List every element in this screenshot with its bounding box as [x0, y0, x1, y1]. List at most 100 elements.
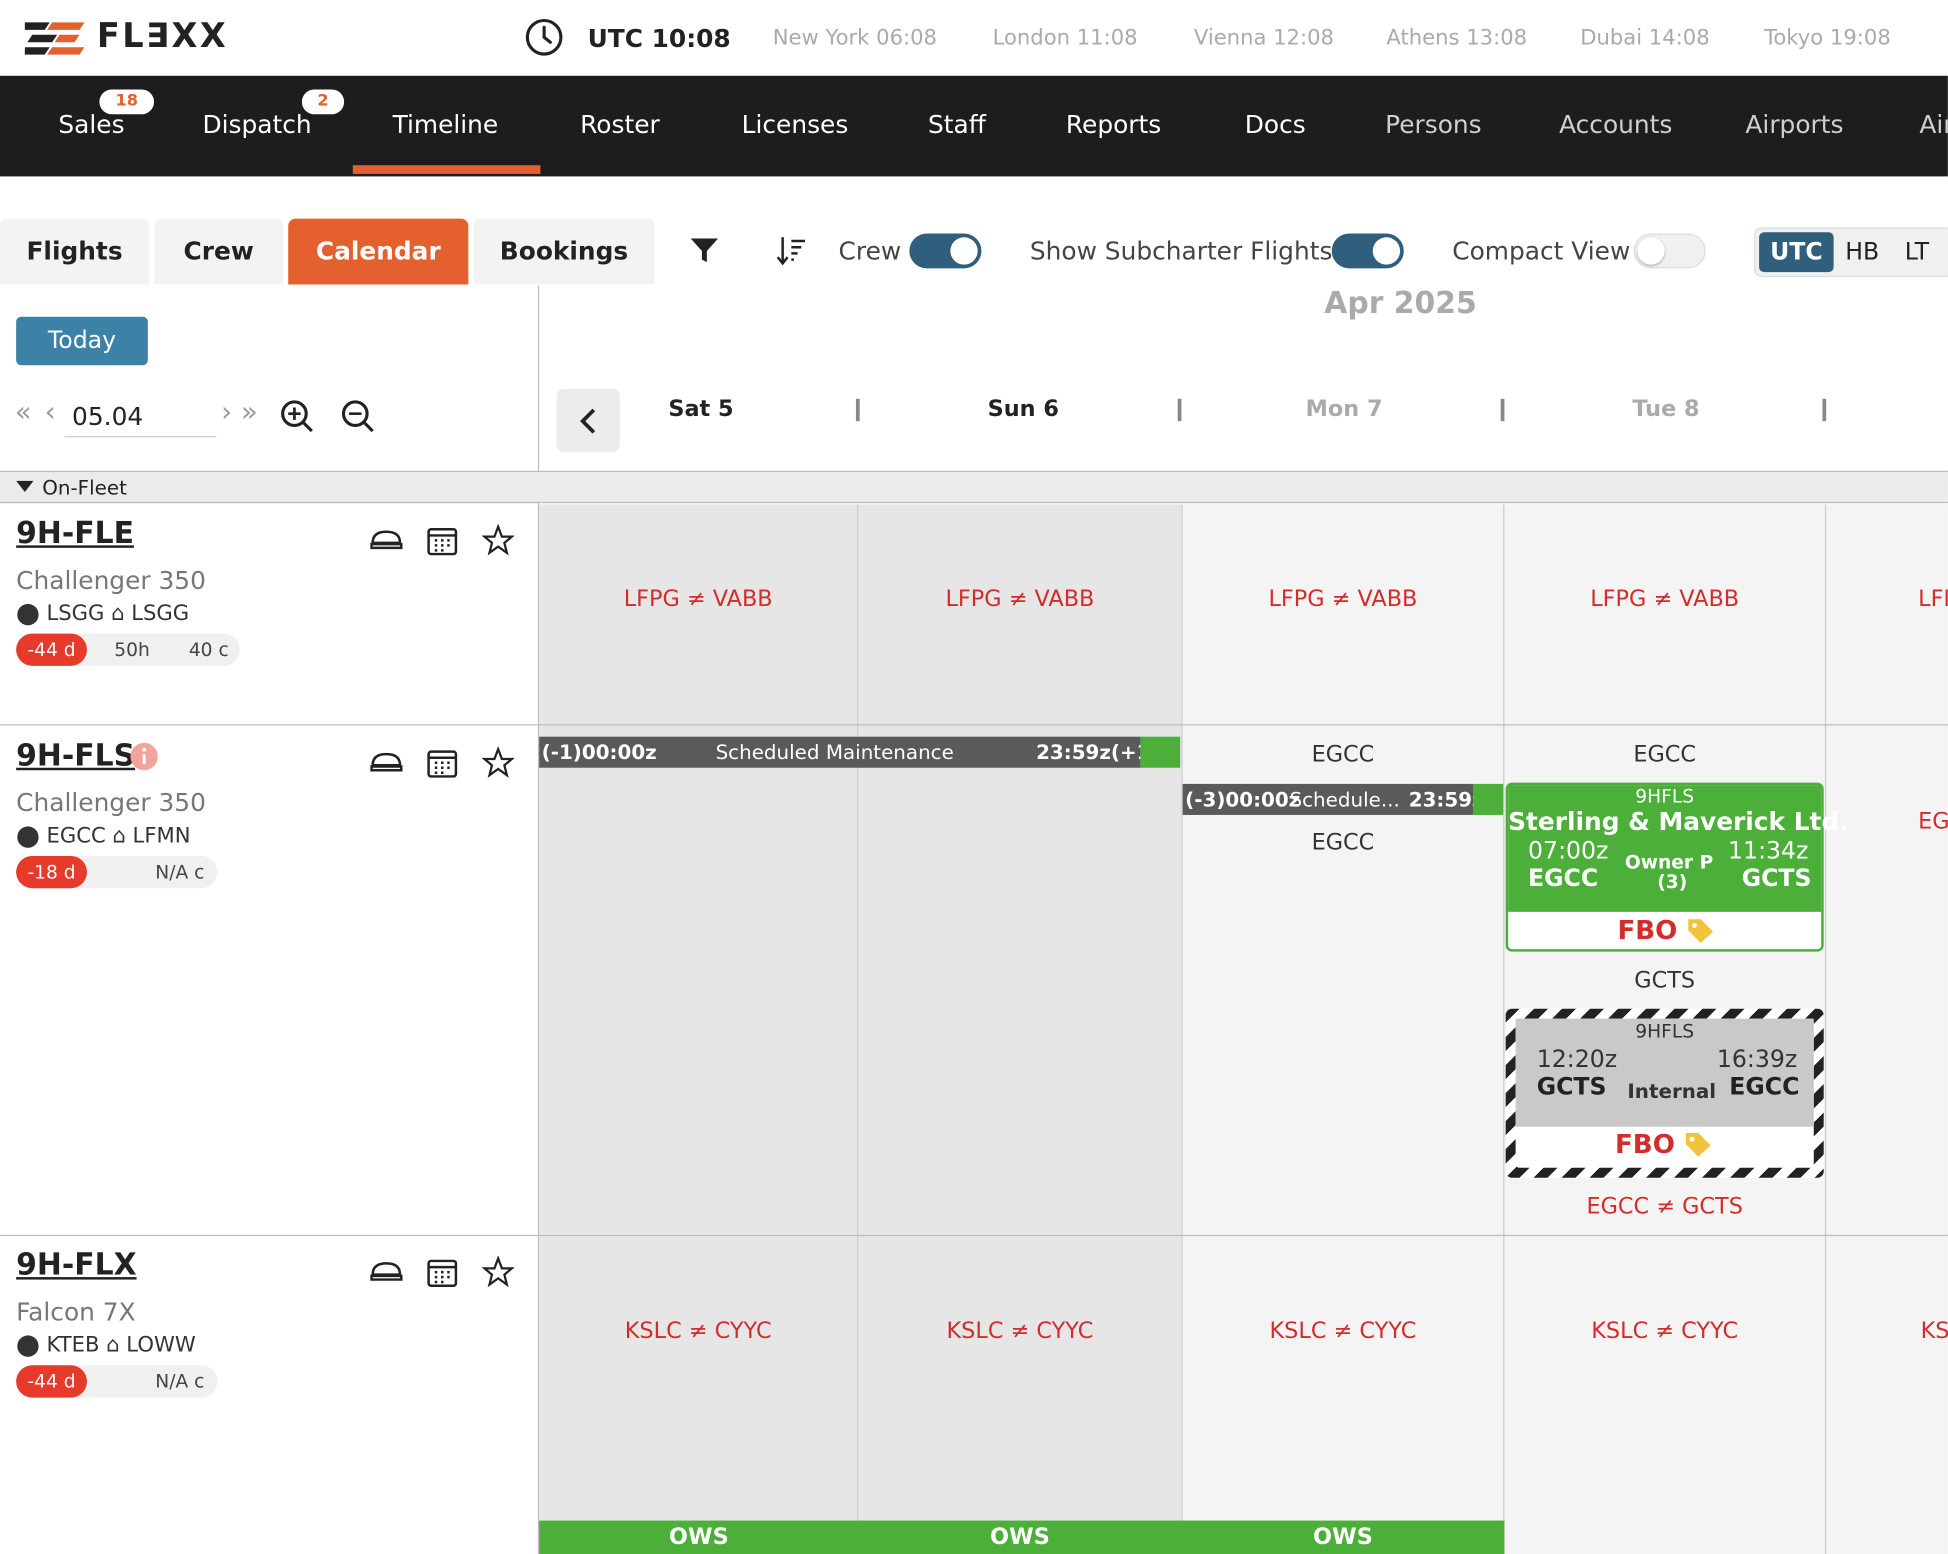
time-mode-hb[interactable]: HB	[1837, 232, 1887, 272]
utc-clock: UTC 10:08	[587, 23, 731, 54]
sort-icon[interactable]	[775, 235, 807, 267]
nav-licenses[interactable]: Licenses	[742, 109, 849, 139]
time-mode-lt[interactable]: LT	[1892, 232, 1942, 272]
compact-view-toggle[interactable]	[1633, 233, 1706, 269]
day-divider	[1824, 504, 1827, 1554]
route-label[interactable]: KSLC ≠ CYYC	[539, 1318, 857, 1344]
toggle-knob	[950, 237, 978, 265]
route-label[interactable]: KSLC ≠ CYYC	[858, 1318, 1181, 1344]
star-icon[interactable]	[482, 524, 515, 556]
home-base: LSGG	[131, 601, 190, 627]
home-icon: ⌂	[112, 823, 126, 849]
maintenance-label: Schedule...	[1289, 787, 1400, 812]
day-divider	[1503, 504, 1505, 1554]
fbo-label: FBO	[1617, 915, 1678, 946]
route-label[interactable]: LFPG ≠ VABB	[858, 586, 1181, 612]
flight-card[interactable]: 9HFLS Sterling & Maverick Ltd. 07:00z EG…	[1505, 782, 1849, 952]
maintenance-bar[interactable]: (-3)00:00z Schedule... 23:59z	[1182, 783, 1484, 815]
tab-flights[interactable]: Flights	[0, 218, 150, 285]
dispatch-badge: 2	[301, 89, 345, 115]
calendar-icon[interactable]	[426, 524, 458, 556]
cycles-value: N/A c	[155, 860, 205, 884]
tag-icon	[1685, 1132, 1711, 1157]
route-label[interactable]: LFPG ≠ VABB	[1183, 586, 1504, 612]
calendar-icon[interactable]	[426, 1256, 458, 1288]
today-button[interactable]: Today	[16, 316, 148, 366]
aircraft-type: Challenger 350	[16, 787, 206, 818]
nav-roster[interactable]: Roster	[580, 109, 660, 139]
internal-flight-body: 9HFLS 12:20z GCTS Internal 16:39z EGCC F…	[1515, 1018, 1814, 1168]
route-label[interactable]: LFPG ≠ VABB	[539, 586, 857, 612]
route-label[interactable]: KSLC ≠ CYYC	[1183, 1318, 1504, 1344]
nav-airports[interactable]: Airports	[1745, 109, 1843, 139]
maintenance-bar[interactable]: (-1)00:00z Scheduled Maintenance 23:59z(…	[539, 736, 1160, 768]
route-label[interactable]: EGCC ≠ GCTS	[1504, 1194, 1825, 1220]
cycles-value: 40 c	[188, 638, 229, 661]
day-header-mon: Mon 7	[1305, 396, 1383, 423]
aircraft-registration[interactable]: 9H-FLS	[16, 738, 135, 773]
nav-timeline[interactable]: Timeline	[393, 109, 499, 139]
fbo-label: FBO	[1614, 1129, 1675, 1160]
info-icon[interactable]	[129, 742, 159, 772]
aircraft-stats: -18 d N/A c	[16, 855, 218, 889]
tab-crew[interactable]: Crew	[154, 218, 284, 285]
active-nav-indicator	[352, 165, 541, 174]
timezone-vienna: Vienna 12:08	[1193, 26, 1334, 51]
route-label[interactable]: LFI	[1918, 586, 1948, 612]
internal-flight-card[interactable]: 9HFLS 12:20z GCTS Internal 16:39z EGCC F…	[1505, 1008, 1824, 1178]
jump-back-icon[interactable]: «	[15, 398, 32, 429]
route-label[interactable]: LFPG ≠ VABB	[1504, 586, 1825, 612]
cycles-value: N/A c	[155, 1370, 205, 1393]
tab-bookings[interactable]: Bookings	[473, 218, 655, 285]
route-label[interactable]: EG	[1918, 809, 1948, 835]
nav-reports[interactable]: Reports	[1066, 109, 1161, 139]
aircraft-registration[interactable]: 9H-FLE	[16, 516, 134, 551]
clock-icon	[525, 18, 563, 56]
ows-bar[interactable]: OWS	[858, 1520, 1182, 1554]
crew-cap-icon[interactable]	[370, 750, 403, 775]
group-header-on-fleet[interactable]: On-Fleet	[0, 470, 1948, 504]
nav-docs[interactable]: Docs	[1245, 109, 1306, 139]
crew-cap-icon[interactable]	[370, 1260, 403, 1285]
date-input[interactable]: 05.04	[64, 395, 217, 438]
nav-staff[interactable]: Staff	[928, 109, 986, 139]
day-header-sun: Sun 6	[987, 396, 1059, 423]
ows-bar[interactable]: OWS	[539, 1520, 859, 1554]
departure-airport: GCTS	[1536, 1073, 1607, 1101]
home-icon: ⌂	[111, 601, 125, 627]
arrival-time: 11:34z	[1728, 837, 1809, 865]
aircraft-bases: ⬤ EGCC ⌂ LFMN	[16, 824, 190, 849]
zoom-in-icon[interactable]	[280, 399, 315, 434]
previous-period-button[interactable]	[556, 388, 620, 453]
departure-time: 12:20z	[1536, 1046, 1618, 1074]
aircraft-registration[interactable]: 9H-FLX	[16, 1247, 136, 1282]
ows-bar[interactable]: OWS	[1181, 1520, 1505, 1554]
calendar-icon[interactable]	[426, 747, 458, 779]
nav-accounts[interactable]: Accounts	[1559, 109, 1672, 139]
step-forward-icon[interactable]: ›	[221, 398, 232, 429]
route-label[interactable]: KS	[1921, 1318, 1948, 1344]
nav-persons[interactable]: Persons	[1385, 109, 1481, 139]
star-icon[interactable]	[482, 1255, 515, 1288]
flight-client: Sterling & Maverick Ltd.	[1508, 806, 1849, 837]
crew-toggle[interactable]	[909, 233, 982, 269]
jump-forward-icon[interactable]: »	[241, 398, 258, 429]
chevron-left-icon	[580, 408, 596, 434]
tab-calendar[interactable]: Calendar	[288, 218, 469, 285]
filter-icon[interactable]	[689, 237, 719, 264]
star-icon[interactable]	[482, 746, 515, 779]
airport-label: EGCC	[1311, 741, 1375, 768]
departure-time: 07:00z	[1528, 837, 1609, 865]
route-label[interactable]: KSLC ≠ CYYC	[1504, 1318, 1825, 1344]
time-mode-utc[interactable]: UTC	[1759, 232, 1834, 273]
nav-dispatch[interactable]: Dispatch	[202, 109, 311, 139]
day-tick	[855, 398, 860, 422]
subcharter-toggle[interactable]	[1331, 233, 1404, 269]
passenger-count: (3)	[1657, 870, 1688, 894]
location-pin-icon: ⬤	[16, 601, 40, 627]
row-divider	[0, 1234, 1948, 1237]
crew-cap-icon[interactable]	[370, 528, 403, 553]
nav-air[interactable]: Air	[1919, 109, 1948, 139]
zoom-out-icon[interactable]	[340, 399, 375, 434]
step-back-icon[interactable]: ‹	[45, 398, 56, 429]
